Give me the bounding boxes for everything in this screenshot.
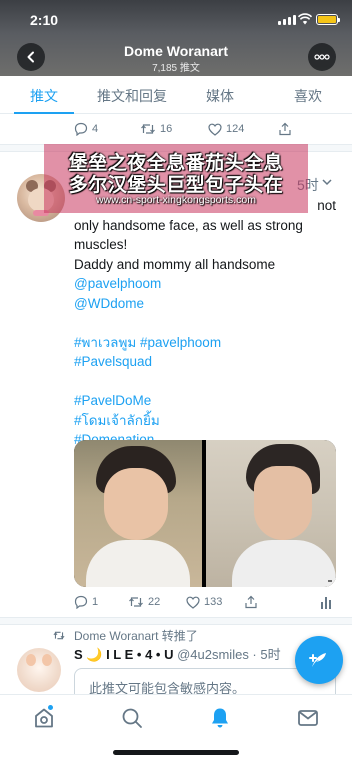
tweet-count: 7,185 推文 — [152, 63, 200, 74]
profile-name: Dome Woranart — [124, 43, 228, 59]
share-icon — [279, 122, 291, 136]
author-name: S 🌙 I L E • 4 • U — [74, 647, 174, 662]
nav-notifications[interactable] — [208, 706, 232, 730]
photo-left[interactable] — [74, 440, 202, 587]
battery-icon — [316, 14, 340, 25]
compose-button[interactable] — [295, 636, 343, 684]
tweet-link[interactable]: #โดมเจ้าลักยิ้ม — [74, 411, 336, 431]
retweet-icon — [53, 631, 65, 640]
reply-icon — [74, 595, 88, 609]
search-icon — [122, 708, 142, 728]
reply-count: 4 — [92, 123, 99, 135]
tab-media[interactable]: 媒体 — [176, 76, 264, 113]
share-button[interactable] — [278, 122, 292, 136]
new-content-dot — [48, 705, 53, 710]
avatar[interactable] — [17, 648, 61, 692]
more-button[interactable] — [308, 43, 336, 71]
like-icon — [208, 123, 222, 136]
analytics-button[interactable] — [320, 596, 332, 609]
retweet-indicator: Dome Woranart 转推了 — [52, 627, 198, 644]
overlay-text-line-2: 多尔汉堡头巨型包子头在 — [68, 175, 284, 196]
share-icon — [245, 595, 257, 609]
tweet-text-line — [74, 313, 336, 333]
tweet-media[interactable] — [74, 440, 336, 587]
analytics-icon — [321, 596, 331, 609]
retweet-button[interactable]: 22 — [128, 595, 186, 609]
retweet-count: 22 — [148, 596, 161, 608]
tab-tweets[interactable]: 推文 — [0, 76, 88, 114]
reply-button[interactable]: 4 — [74, 122, 140, 136]
tweet-link[interactable]: #Pavelsquad — [74, 352, 336, 372]
photo-watermark — [328, 580, 332, 582]
retweet-author[interactable]: S 🌙 I L E • 4 • U @4u2smiles · 5时 — [74, 644, 281, 663]
nav-messages[interactable] — [296, 706, 320, 730]
chevron-down-icon[interactable] — [322, 178, 332, 186]
like-button[interactable]: 133 — [186, 596, 244, 609]
tweet-link[interactable]: #PavelDoMe — [74, 391, 336, 411]
tweet-text: not only handsome face, as well as strong… — [74, 196, 336, 450]
home-icon — [35, 708, 53, 728]
notifications-icon — [212, 708, 228, 728]
tweet-actions: 1 22 133 — [74, 595, 336, 609]
like-count: 133 — [204, 596, 223, 608]
previous-tweet-actions: 4 16 124 — [74, 122, 300, 136]
profile-tabs: 推文 推文和回复 媒体 喜欢 — [0, 76, 352, 114]
more-dots-icon — [314, 54, 330, 60]
tweet-text-line: muscles! — [74, 237, 128, 252]
tweet-text-line: only handsome face, as well as strong — [74, 217, 303, 233]
status-time: 2:10 — [30, 12, 59, 28]
share-button[interactable] — [244, 595, 320, 609]
like-button[interactable]: 124 — [208, 123, 278, 136]
reply-icon — [74, 122, 88, 136]
tweet-text-line: Daddy and mommy all handsome — [74, 256, 276, 272]
retweet-indicator-label: Dome Woranart 转推了 — [74, 629, 198, 643]
retweet-button[interactable]: 16 — [140, 122, 208, 136]
tweet-text-line — [74, 372, 336, 392]
cellular-signal-icon — [278, 15, 296, 25]
retweet-count: 16 — [160, 123, 173, 135]
like-count: 124 — [226, 123, 245, 135]
retweet-icon — [141, 124, 155, 134]
tweet-link[interactable]: #พาเวลพูม #pavelphoom — [74, 333, 336, 353]
messages-icon — [298, 710, 318, 726]
overlay-banner: 堡垒之夜全息番茄头全息 多尔汉堡头巨型包子头在 www.cn-sport-xin… — [44, 144, 308, 213]
tab-likes[interactable]: 喜欢 — [264, 76, 352, 113]
overlay-url: www.cn-sport-xingkongsports.com — [96, 194, 256, 206]
status-bar: 2:10 — [0, 0, 352, 40]
photo-right[interactable] — [206, 440, 336, 587]
reply-button[interactable]: 1 — [74, 595, 128, 609]
like-icon — [186, 596, 200, 609]
home-indicator — [113, 750, 239, 755]
nav-search[interactable] — [120, 706, 144, 730]
retweet-icon — [129, 597, 143, 607]
tweet-divider — [0, 617, 352, 625]
tweet-link[interactable]: @WDdome — [74, 294, 336, 314]
wifi-icon — [298, 13, 312, 25]
author-handle: @4u2smiles · 5时 — [177, 647, 281, 662]
compose-icon — [309, 653, 326, 667]
reply-count: 1 — [92, 596, 99, 608]
tweet-link[interactable]: @pavelphoom — [74, 274, 336, 294]
tab-tweets-and-replies[interactable]: 推文和回复 — [88, 76, 176, 113]
nav-home[interactable] — [32, 705, 56, 730]
